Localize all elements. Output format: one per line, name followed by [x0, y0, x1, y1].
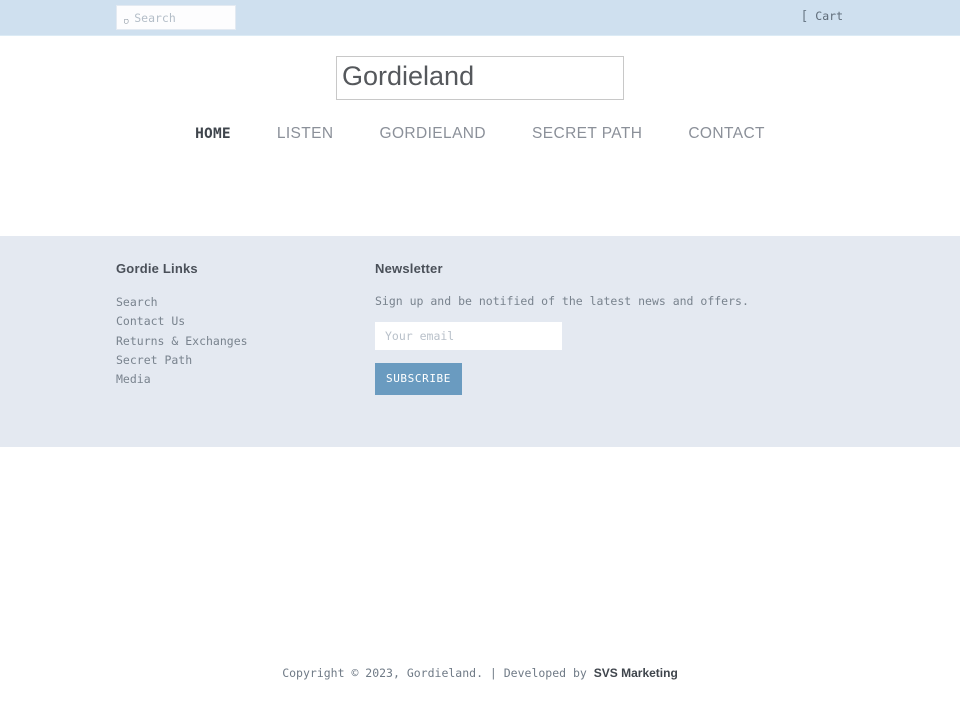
footer-links-heading: Gordie Links — [116, 260, 198, 276]
site-header: Gordieland HOME LISTEN GORDIELAND SECRET… — [0, 36, 960, 143]
newsletter-heading: Newsletter — [375, 260, 443, 276]
footer-links-column: Gordie Links Search Contact Us Returns &… — [0, 261, 375, 395]
developer-link[interactable]: SVS Marketing — [594, 666, 678, 680]
copyright-bar: Copyright © 2023, Gordieland. | Develope… — [0, 666, 960, 680]
cart-link[interactable]: [ Cart — [800, 10, 843, 23]
copyright-text: Copyright © 2023, Gordieland. | Develope… — [282, 665, 594, 680]
nav-item-contact[interactable]: CONTACT — [665, 125, 788, 143]
site-logo-broken-image[interactable]: Gordieland — [336, 56, 624, 100]
footer-link-returns-exchanges[interactable]: Returns & Exchanges — [116, 332, 375, 351]
nav-item-home[interactable]: HOME — [172, 126, 254, 142]
footer-link-media[interactable]: Media — [116, 370, 375, 389]
newsletter-email-input[interactable] — [375, 321, 562, 350]
search-icon: ▢ — [124, 16, 129, 25]
subscribe-button[interactable]: SUBSCRIBE — [375, 362, 462, 395]
search-box[interactable]: ▢ — [116, 5, 236, 30]
footer-link-search[interactable]: Search — [116, 293, 375, 312]
cart-label: Cart — [815, 9, 843, 23]
nav-item-gordieland[interactable]: GORDIELAND — [357, 125, 510, 143]
footer-columns: Gordie Links Search Contact Us Returns &… — [0, 236, 960, 395]
page-content-area — [0, 143, 960, 236]
search-input[interactable] — [134, 10, 219, 25]
newsletter-description: Sign up and be notified of the latest ne… — [375, 293, 749, 308]
cart-icon: [ — [800, 9, 809, 24]
footer-link-secret-path[interactable]: Secret Path — [116, 351, 375, 370]
nav-item-secret-path[interactable]: SECRET PATH — [509, 125, 665, 143]
main-navigation: HOME LISTEN GORDIELAND SECRET PATH CONTA… — [0, 125, 960, 143]
footer-link-contact-us[interactable]: Contact Us — [116, 312, 375, 331]
footer-newsletter-column: Newsletter Sign up and be notified of th… — [375, 261, 775, 395]
logo-wrapper: Gordieland — [0, 56, 960, 100]
top-utility-bar: ▢ [ Cart — [0, 0, 960, 36]
nav-item-listen[interactable]: LISTEN — [254, 125, 357, 143]
site-footer: Gordie Links Search Contact Us Returns &… — [0, 235, 960, 680]
